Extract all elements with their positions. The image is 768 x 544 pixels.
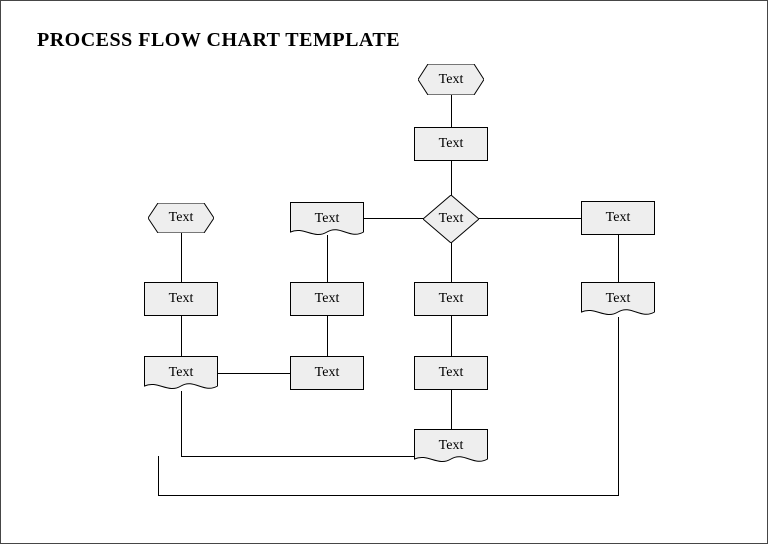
- document-node-c2-r1: Text: [290, 202, 364, 239]
- connector: [158, 495, 619, 496]
- connector: [181, 316, 182, 356]
- connector: [327, 235, 328, 282]
- node-label: Text: [606, 291, 631, 307]
- connector: [451, 242, 452, 282]
- connector: [618, 235, 619, 282]
- process-node-c1-r2: Text: [144, 282, 218, 316]
- connector: [451, 390, 452, 429]
- node-label: Text: [439, 136, 464, 152]
- process-node-top: Text: [414, 127, 488, 161]
- connector: [451, 161, 452, 196]
- node-label: Text: [315, 291, 340, 307]
- connector: [479, 218, 581, 219]
- decision-node: Text: [423, 195, 479, 243]
- process-node-c2-r2: Text: [290, 282, 364, 316]
- hexagon-node-top: Text: [418, 64, 484, 95]
- process-node-c3-r2: Text: [414, 282, 488, 316]
- document-node-c3-r4: Text: [414, 429, 488, 466]
- hexagon-node-left: Text: [148, 203, 214, 233]
- process-node-c3-r3: Text: [414, 356, 488, 390]
- flowchart-canvas: PROCESS FLOW CHART TEMPLATE Text Text: [0, 0, 768, 544]
- connector: [181, 233, 182, 282]
- connector: [218, 373, 290, 374]
- node-label: Text: [315, 211, 340, 227]
- connector: [364, 218, 424, 219]
- node-label: Text: [315, 365, 340, 381]
- node-label: Text: [439, 291, 464, 307]
- node-label: Text: [439, 365, 464, 381]
- process-node-c4-r1: Text: [581, 201, 655, 235]
- connector: [451, 316, 452, 356]
- page-title: PROCESS FLOW CHART TEMPLATE: [37, 29, 400, 52]
- connector: [181, 391, 182, 456]
- connector: [327, 316, 328, 356]
- connector: [158, 456, 159, 496]
- node-label: Text: [439, 211, 464, 227]
- process-node-c2-r3: Text: [290, 356, 364, 390]
- connector: [181, 456, 414, 457]
- document-node-c4-r2: Text: [581, 282, 655, 319]
- node-label: Text: [439, 72, 464, 88]
- node-label: Text: [606, 210, 631, 226]
- node-label: Text: [169, 291, 194, 307]
- node-label: Text: [169, 365, 194, 381]
- node-label: Text: [439, 438, 464, 454]
- connector: [451, 95, 452, 127]
- node-label: Text: [169, 210, 194, 226]
- document-node-c1-r3: Text: [144, 356, 218, 393]
- connector: [618, 317, 619, 495]
